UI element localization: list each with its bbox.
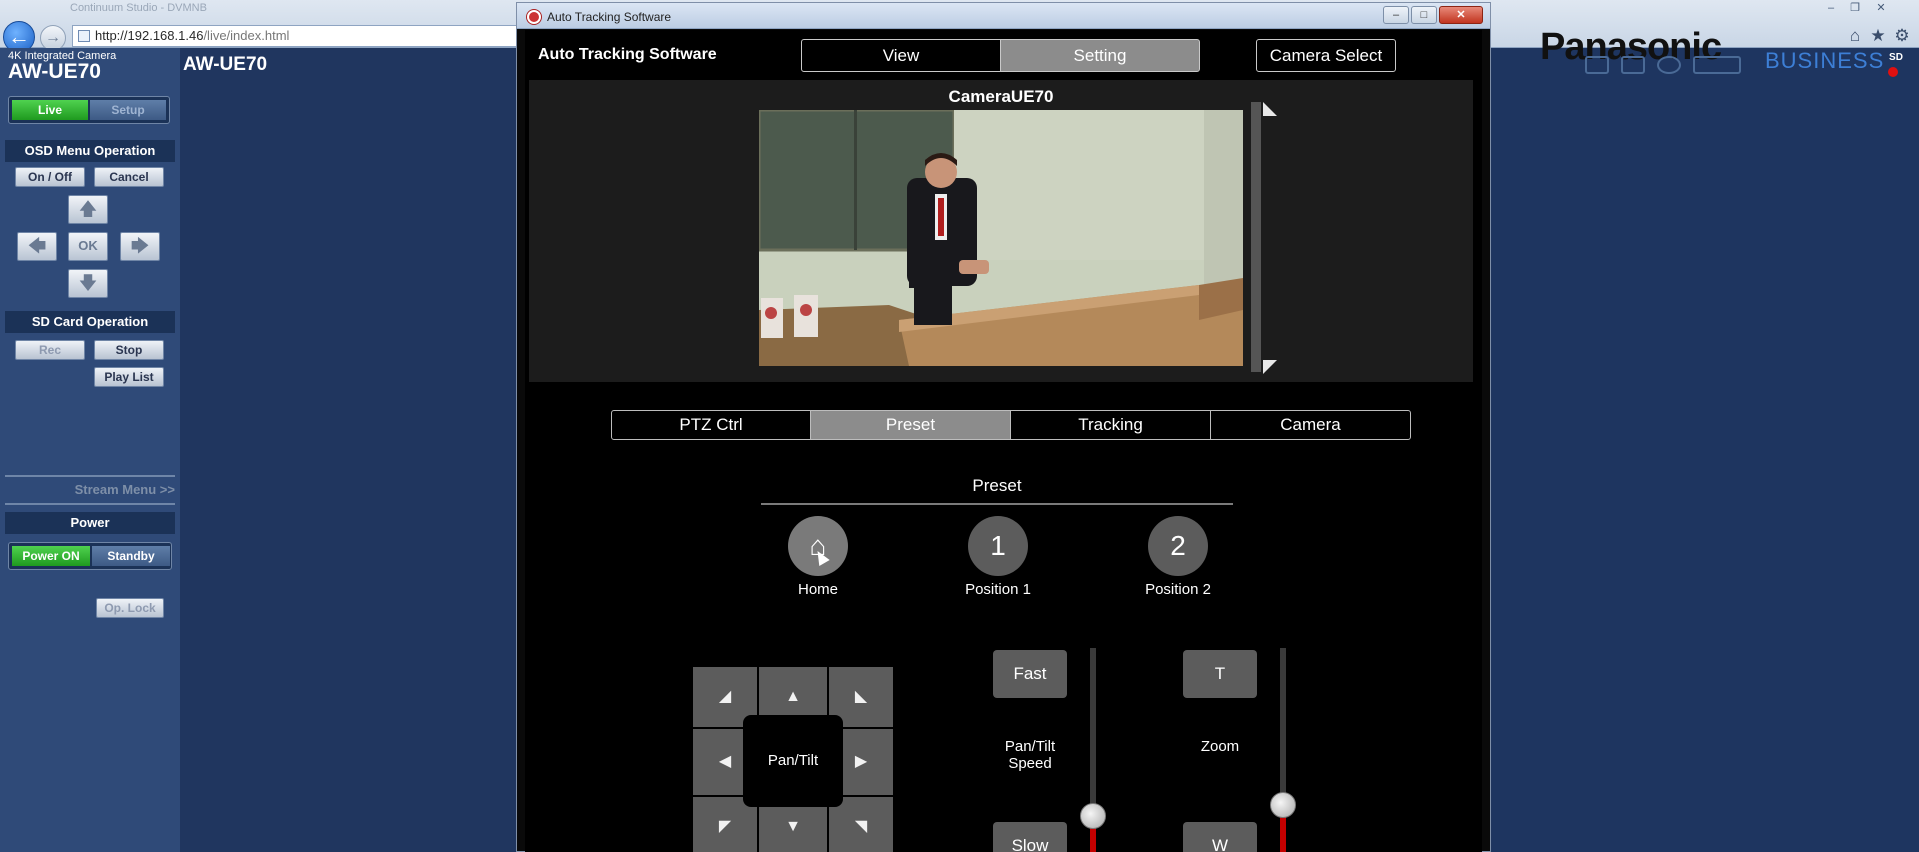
standby-button[interactable]: Standby (92, 546, 170, 566)
sd-card-title: SD Card Operation (5, 311, 175, 333)
camera-select-button[interactable]: Camera Select (1256, 39, 1396, 72)
osd-down-arrow-icon[interactable]: 🡇 (68, 269, 108, 298)
app-body: Auto Tracking Software View Setting Came… (525, 30, 1482, 852)
home-preset-label: Home (797, 581, 838, 598)
snapshot-icon[interactable] (1657, 56, 1681, 74)
favorites-star-icon[interactable]: ★ (1868, 26, 1888, 46)
stream-menu-link[interactable]: Stream Menu >> (5, 482, 175, 497)
home-icon[interactable]: ⌂ (1845, 26, 1865, 46)
power-switch: Power ON Standby (8, 542, 172, 570)
tab-ptz-ctrl[interactable]: PTZ Ctrl (611, 410, 811, 440)
camera-icon[interactable] (1585, 56, 1609, 74)
minimize-icon[interactable]: – (1383, 6, 1409, 24)
maximize-icon[interactable]: □ (1411, 6, 1437, 24)
app-logo-icon (527, 10, 541, 24)
tab-preset[interactable]: Preset (810, 410, 1011, 440)
brand-subtitle: BUSINESS (1765, 48, 1885, 73)
record-indicator-icon (1888, 67, 1898, 77)
model-header: AW-UE70 (183, 54, 268, 75)
app-window: Auto Tracking Software – □ ✕ Auto Tracki… (516, 2, 1491, 852)
osd-left-arrow-icon[interactable]: 🡄 (17, 232, 57, 261)
pan-tilt-center-label: Pan/Tilt (743, 715, 843, 807)
op-lock-button[interactable]: Op. Lock (96, 598, 164, 618)
app-name: Auto Tracking Software (538, 46, 717, 63)
osd-menu-title: OSD Menu Operation (5, 140, 175, 162)
tab-tracking[interactable]: Tracking (1010, 410, 1211, 440)
zoom-label: Zoom (1200, 738, 1240, 755)
sd-badge: SD (1889, 52, 1903, 63)
camera-name: CameraUE70 (948, 87, 1054, 106)
osd-ok-button[interactable]: OK (68, 232, 108, 261)
position-2-preset-icon[interactable]: 2 (1148, 516, 1208, 576)
divider (5, 475, 175, 477)
browser-tab-title[interactable]: Continuum Studio - DVMNB camera (70, 2, 210, 16)
divider (5, 503, 175, 505)
app-titlebar: Auto Tracking Software – □ ✕ (517, 3, 1490, 29)
pan-tilt-speed-label: Pan/Tilt Speed (973, 738, 1087, 772)
multi-screen-icon[interactable] (1621, 56, 1645, 74)
url-path: /live/index.html (203, 28, 290, 43)
right-background (1492, 48, 1919, 852)
osd-right-arrow-icon[interactable]: 🡆 (120, 232, 160, 261)
preset-underline (761, 503, 1233, 505)
slow-speed-button[interactable]: Slow (993, 822, 1067, 852)
settings-gear-icon[interactable]: ⚙ (1892, 26, 1912, 46)
tab-setting[interactable]: Setting (1000, 39, 1200, 72)
app-window-title: Auto Tracking Software (547, 10, 672, 24)
zoom-slider-track[interactable] (1251, 102, 1261, 372)
preset-section-title: Preset (972, 476, 1022, 495)
tab-camera[interactable]: Camera (1210, 410, 1411, 440)
power-title: Power (5, 512, 175, 534)
speed-label-line2: Speed (1008, 755, 1052, 772)
camera-model: AW-UE70 (8, 60, 101, 83)
top-icon-row (1585, 56, 1753, 76)
zoom-wide-button[interactable]: W (1183, 822, 1257, 852)
zoom-top-marker-icon (1263, 102, 1277, 116)
fast-speed-button[interactable]: Fast (993, 650, 1067, 698)
setup-button[interactable]: Setup (90, 100, 166, 120)
video-scene-image (759, 110, 1243, 366)
osd-up-arrow-icon[interactable]: 🡅 (68, 195, 108, 224)
camera-preview-area: CameraUE70 (529, 80, 1473, 382)
position-1-label: Position 1 (965, 581, 1031, 598)
power-on-button[interactable]: Power ON (12, 546, 90, 566)
page-icon (78, 30, 90, 42)
zoom-tele-button[interactable]: T (1183, 650, 1257, 698)
osd-on-off-button[interactable]: On / Off (15, 167, 85, 187)
camera-video-feed[interactable] (759, 110, 1243, 366)
zoom-bottom-marker-icon (1263, 360, 1277, 374)
url-host: http://192.168.1.46 (95, 28, 204, 43)
minimize-icon[interactable]: – (1820, 1, 1842, 16)
home-preset-icon[interactable]: ⌂ (788, 516, 848, 576)
play-list-button[interactable]: Play List (94, 367, 164, 387)
close-icon[interactable]: ✕ (1439, 6, 1483, 24)
stop-button[interactable]: Stop (94, 340, 164, 360)
zoom-speed-knob[interactable] (1270, 792, 1296, 818)
address-bar[interactable]: http://192.168.1.46/live/index.html (72, 25, 520, 47)
position-2-label: Position 2 (1145, 581, 1211, 598)
osd-cancel-button[interactable]: Cancel (94, 167, 164, 187)
live-button[interactable]: Live (12, 100, 88, 120)
pan-tilt-speed-knob[interactable] (1080, 803, 1106, 829)
camera-control-panel: 4K Integrated Camera AW-UE70 Live Setup … (0, 48, 180, 852)
restore-icon[interactable]: ❐ (1844, 1, 1866, 16)
position-1-preset-icon[interactable]: 1 (968, 516, 1028, 576)
close-icon[interactable]: ✕ (1870, 1, 1892, 16)
rec-button[interactable]: Rec (15, 340, 85, 360)
pan-tilt-pad: ◢ ▲ ◣ ◀ ▶ ◤ ▼ ◥ Pan/Tilt (693, 667, 893, 852)
mode-switch: Live Setup (8, 96, 170, 124)
full-screen-icon[interactable] (1693, 56, 1741, 74)
speed-label-line1: Pan/Tilt (1004, 738, 1056, 755)
tab-view[interactable]: View (801, 39, 1001, 72)
